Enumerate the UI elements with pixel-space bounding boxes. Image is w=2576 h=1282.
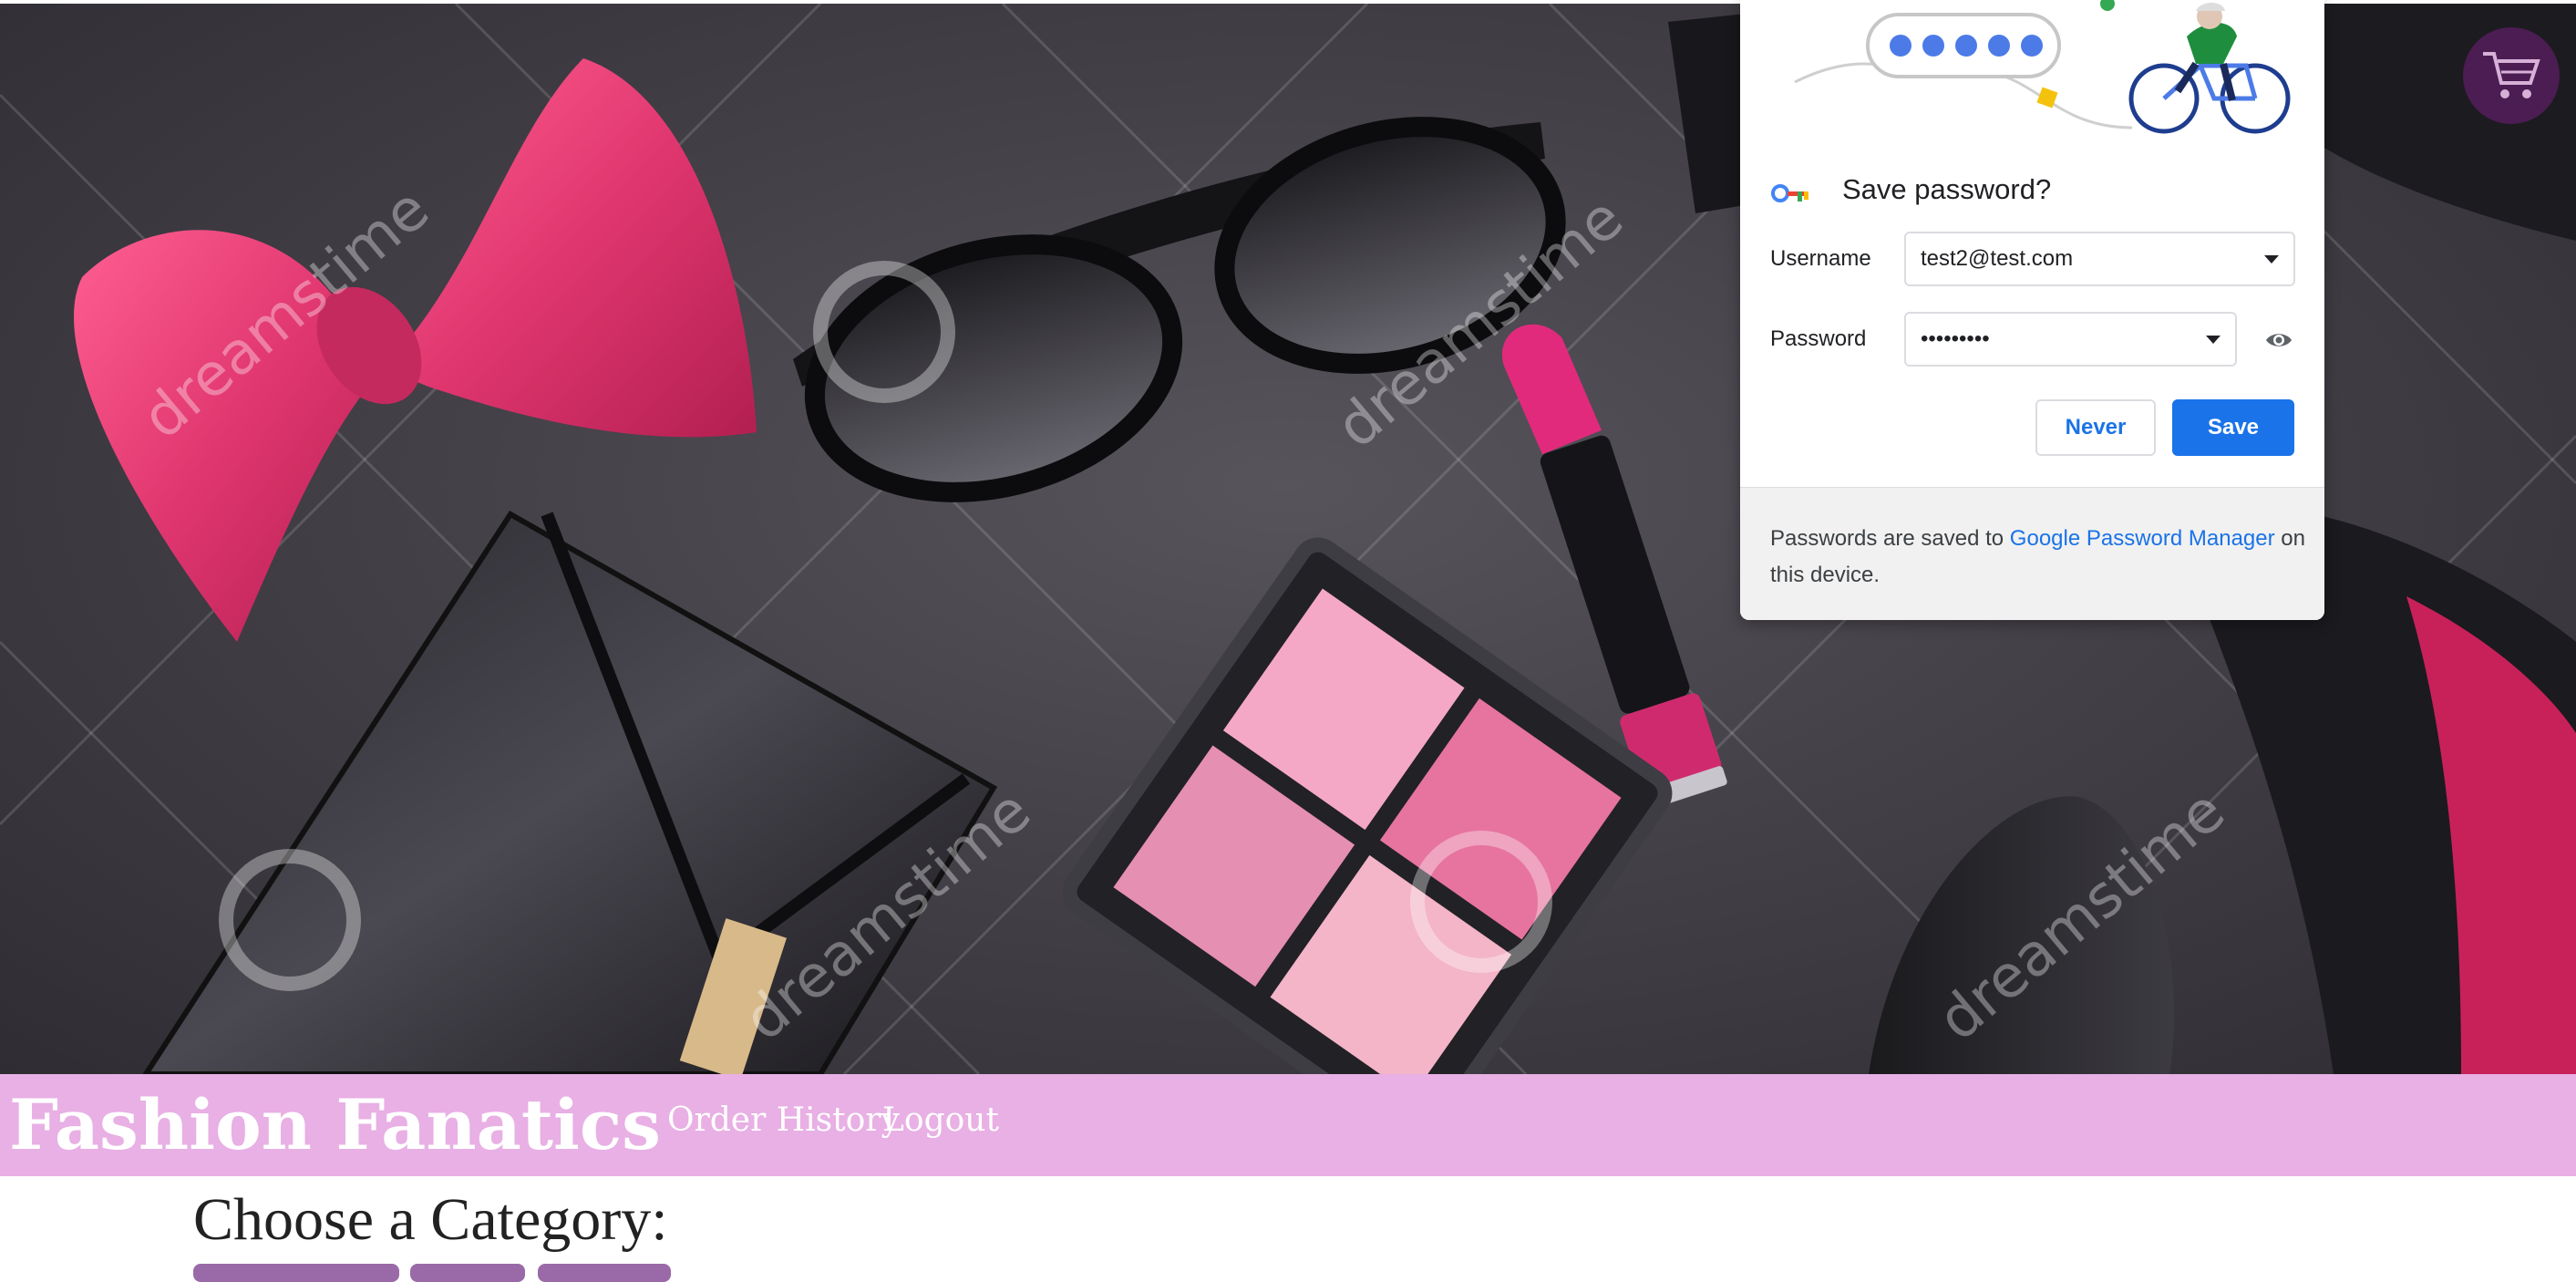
pink-bow-graphic xyxy=(74,58,757,642)
nav-order-history-link[interactable]: Order History xyxy=(667,1101,900,1139)
password-illustration xyxy=(1794,0,2291,134)
category-button[interactable] xyxy=(410,1264,525,1282)
dialog-title: Save password? xyxy=(1842,173,2052,205)
shopping-cart-icon xyxy=(2483,52,2540,98)
password-dropdown[interactable]: ••••••••• xyxy=(1904,312,2237,367)
nav-logout-link[interactable]: Logout xyxy=(882,1101,999,1139)
username-label: Username xyxy=(1770,246,1871,271)
category-heading: Choose a Category: xyxy=(193,1186,668,1253)
footer-prefix: Passwords are saved to xyxy=(1770,526,2010,551)
category-button[interactable] xyxy=(538,1264,671,1282)
username-dropdown[interactable]: test2@test.com xyxy=(1904,232,2295,286)
show-password-eye-icon[interactable] xyxy=(2264,330,2293,350)
eyeshadow-palette-graphic xyxy=(1062,537,1673,1074)
handbag-graphic xyxy=(142,511,998,1074)
brand-logo-text[interactable]: Fashion Fanatics xyxy=(9,1083,661,1166)
password-label: Password xyxy=(1770,326,1867,351)
username-value: test2@test.com xyxy=(1921,246,2074,271)
save-password-dialog: Save password? Username test2@test.com P… xyxy=(1740,0,2324,620)
chevron-down-icon xyxy=(2264,255,2279,264)
dialog-footer: Passwords are saved to Google Password M… xyxy=(1740,487,2324,620)
shopping-cart-button[interactable] xyxy=(2463,27,2560,124)
save-button[interactable]: Save xyxy=(2172,399,2294,456)
password-value: ••••••••• xyxy=(1921,326,1990,351)
footer-text: Passwords are saved to Google Password M… xyxy=(1770,521,2308,594)
site-navbar: Fashion Fanatics Order History Logout xyxy=(0,1074,2576,1176)
category-button[interactable] xyxy=(193,1264,399,1282)
google-password-manager-link[interactable]: Google Password Manager xyxy=(2010,526,2275,551)
never-button[interactable]: Never xyxy=(2035,399,2156,456)
key-icon xyxy=(1771,184,1808,202)
chevron-down-icon xyxy=(2206,336,2221,344)
